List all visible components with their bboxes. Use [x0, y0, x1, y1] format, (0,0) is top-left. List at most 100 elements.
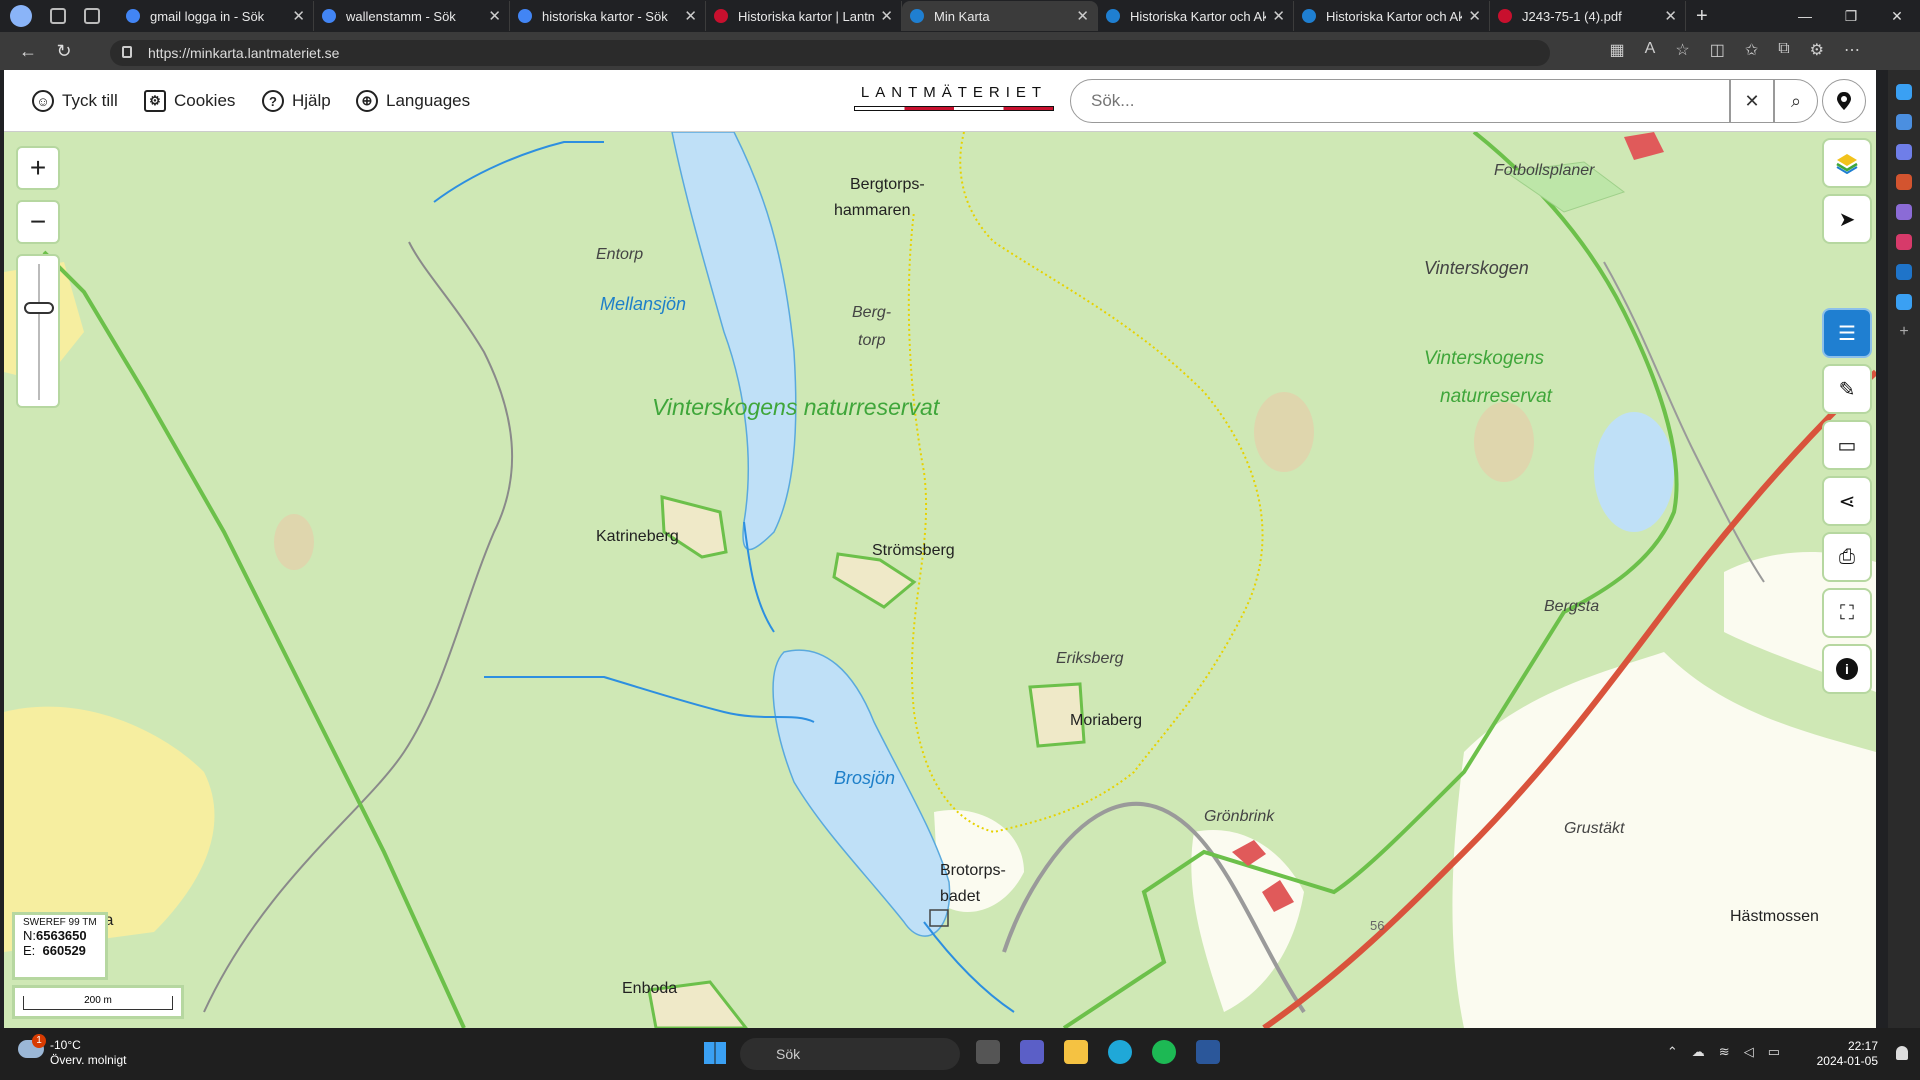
location-pin-button[interactable]: [1822, 79, 1866, 123]
browser-tab-strip: gmail logga in - Sök ✕ wallenstamm - Sök ✕ h…: [0, 0, 1920, 32]
fullscreen-button[interactable]: ⛶: [1822, 588, 1872, 638]
property-katrineberg: [660, 495, 728, 559]
close-tab-icon[interactable]: ✕: [1272, 7, 1285, 25]
read-aloud-icon[interactable]: A: [1645, 40, 1656, 60]
zoom-slider-handle[interactable]: [24, 302, 54, 314]
browser-tab[interactable]: historiska kartor - Sök ✕: [510, 1, 706, 31]
favorite-star-icon[interactable]: ☆: [1675, 40, 1689, 60]
search-input[interactable]: [1070, 79, 1730, 123]
browser-tab[interactable]: gmail logga in - Sök ✕: [118, 1, 314, 31]
start-button[interactable]: [704, 1042, 726, 1064]
zoom-in-button[interactable]: +: [16, 146, 60, 190]
browser-tab[interactable]: Historiska kartor | Lantmä ✕: [706, 1, 902, 31]
volume-icon[interactable]: ◁: [1744, 1044, 1754, 1060]
info-icon: i: [1836, 658, 1858, 680]
task-view-icon[interactable]: [976, 1040, 1000, 1064]
more-menu-icon[interactable]: ⋯: [1844, 40, 1860, 60]
favorites-icon[interactable]: ✩: [1745, 40, 1758, 60]
weather-widget[interactable]: 1 -10°C Överv. molnigt: [18, 1034, 126, 1068]
search-button[interactable]: ⌕: [1774, 79, 1818, 123]
wifi-icon[interactable]: ≋: [1719, 1044, 1730, 1060]
battery-icon[interactable]: ▭: [1768, 1044, 1780, 1060]
layers-button[interactable]: [1822, 138, 1872, 188]
restore-button[interactable]: ❐: [1828, 0, 1874, 32]
tab-label: Min Karta: [934, 8, 990, 24]
tools-icon[interactable]: [1896, 174, 1912, 190]
minus-icon: −: [29, 206, 47, 237]
spotify-icon[interactable]: [1152, 1040, 1176, 1064]
feedback-button[interactable]: ☺ Tyck till: [32, 90, 118, 112]
outlook-icon[interactable]: [1896, 264, 1912, 280]
measure-button[interactable]: ▭: [1822, 420, 1872, 470]
map-canvas[interactable]: Bergtorps- hammaren Entorp Mellansjön Be…: [4, 132, 1876, 1028]
tab-actions-icon[interactable]: [84, 8, 100, 24]
onedrive-icon[interactable]: ☁: [1692, 1044, 1705, 1060]
refresh-button[interactable]: ↻: [46, 41, 82, 62]
url-field[interactable]: https://minkarta.lantmateriet.se: [110, 40, 1550, 66]
label-bergtorpshammaren-2: hammaren: [834, 202, 911, 219]
tab-label: Historiska Kartor och Akt: [1130, 8, 1267, 24]
browser-tab[interactable]: Historiska Kartor och Akt ✕: [1098, 1, 1294, 31]
search-icon[interactable]: [1896, 114, 1912, 130]
office-icon[interactable]: [1896, 234, 1912, 250]
hamburger-icon: ☰: [1838, 322, 1856, 345]
navigation-arrow-icon: ➤: [1838, 208, 1856, 231]
browser-tab[interactable]: wallenstamm - Sök ✕: [314, 1, 510, 31]
add-sidebar-icon[interactable]: +: [1896, 324, 1912, 340]
word-icon[interactable]: [1196, 1040, 1220, 1064]
shopping-icon[interactable]: [1896, 144, 1912, 160]
languages-button[interactable]: ⊕ Languages: [356, 90, 470, 112]
share-button[interactable]: ⋖: [1822, 476, 1872, 526]
chevron-up-icon[interactable]: ⌃: [1667, 1044, 1678, 1060]
zoom-out-button[interactable]: −: [16, 200, 60, 244]
close-tab-icon[interactable]: ✕: [1664, 7, 1677, 25]
label-enboda: Enboda: [622, 980, 678, 997]
label-moriaberg: Moriaberg: [1070, 712, 1143, 729]
label-mellansjon: Mellansjön: [600, 294, 687, 314]
close-tab-icon[interactable]: ✕: [1076, 7, 1089, 25]
close-window-button[interactable]: ✕: [1874, 0, 1920, 32]
send-icon[interactable]: [1896, 294, 1912, 310]
close-tab-icon[interactable]: ✕: [488, 7, 501, 25]
collections-icon[interactable]: ⧉: [1778, 40, 1789, 60]
tab-label: J243-75-1 (4).pdf: [1522, 8, 1622, 24]
back-button[interactable]: ←: [10, 41, 46, 62]
cookies-label: Cookies: [174, 91, 236, 110]
close-tab-icon[interactable]: ✕: [684, 7, 697, 25]
clock[interactable]: 22:17 2024-01-05: [1817, 1039, 1878, 1069]
lantmateriet-logo[interactable]: LANTMÄTERIET: [854, 84, 1054, 111]
clear-search-button[interactable]: ✕: [1730, 79, 1774, 123]
notification-bell-icon[interactable]: [1896, 1046, 1908, 1060]
extensions-icon[interactable]: ⚙: [1810, 40, 1824, 60]
draw-button[interactable]: ✎: [1822, 364, 1872, 414]
minimize-button[interactable]: —: [1782, 0, 1828, 32]
help-button[interactable]: ? Hjälp: [262, 90, 331, 112]
menu-button[interactable]: ☰: [1822, 308, 1872, 358]
zoom-slider[interactable]: [16, 254, 60, 408]
teams-icon[interactable]: [1020, 1040, 1044, 1064]
tab-favicon-icon: [322, 9, 336, 23]
close-tab-icon[interactable]: ✕: [292, 7, 305, 25]
new-tab-button[interactable]: +: [1696, 5, 1708, 28]
browser-tab[interactable]: J243-75-1 (4).pdf ✕: [1490, 1, 1686, 31]
copilot-icon[interactable]: [1896, 84, 1912, 100]
edge-icon[interactable]: [1108, 1040, 1132, 1064]
file-explorer-icon[interactable]: [1064, 1040, 1088, 1064]
cookies-button[interactable]: ⚙ Cookies: [144, 90, 235, 112]
browser-tab[interactable]: Min Karta ✕: [902, 1, 1098, 31]
profile-avatar[interactable]: [10, 5, 32, 27]
print-button[interactable]: ⎙: [1822, 532, 1872, 582]
label-eriksberg: Eriksberg: [1056, 650, 1124, 667]
close-tab-icon[interactable]: ✕: [880, 7, 893, 25]
split-screen-icon[interactable]: ◫: [1710, 40, 1725, 60]
workspaces-icon[interactable]: [50, 8, 66, 24]
app-icon[interactable]: ▦: [1610, 40, 1625, 60]
info-button[interactable]: i: [1822, 644, 1872, 694]
close-tab-icon[interactable]: ✕: [1468, 7, 1481, 25]
locate-me-button[interactable]: ➤: [1822, 194, 1872, 244]
games-icon[interactable]: [1896, 204, 1912, 220]
taskbar-search[interactable]: Sök: [740, 1038, 960, 1070]
label-bergtorp-2: torp: [858, 332, 886, 349]
browser-tab[interactable]: Historiska Kartor och Akt ✕: [1294, 1, 1490, 31]
help-label: Hjälp: [292, 91, 331, 110]
